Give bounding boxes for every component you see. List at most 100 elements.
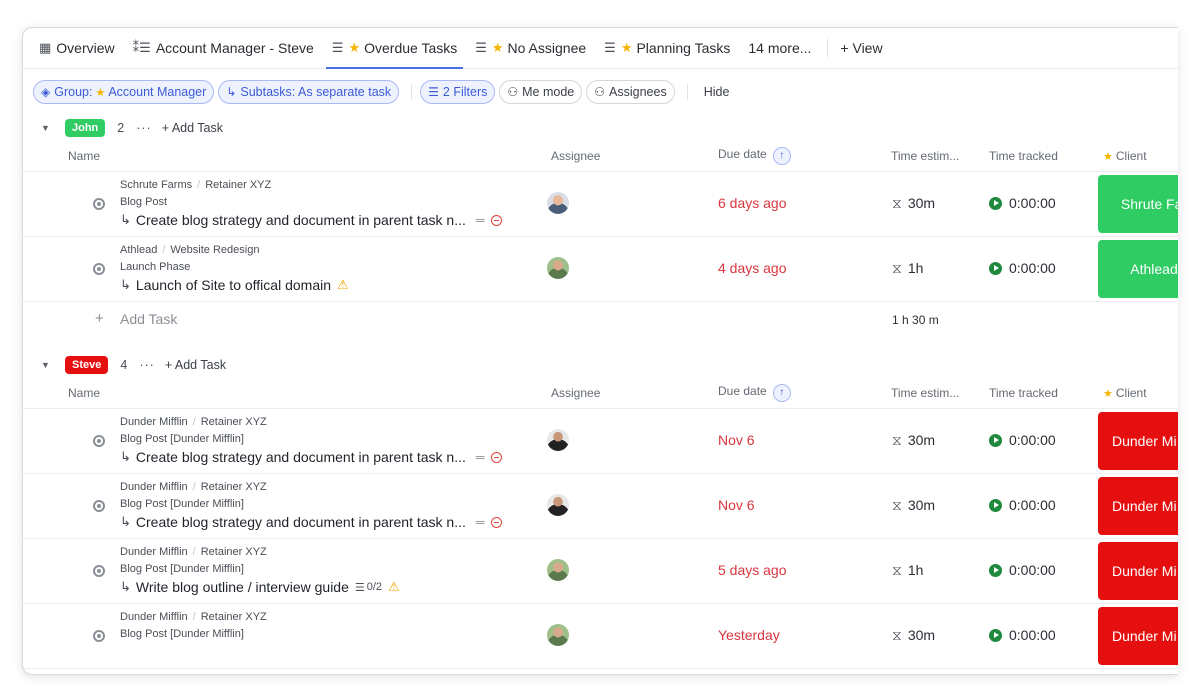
breadcrumb-list[interactable]: Retainer XYZ xyxy=(201,481,267,493)
client-cell[interactable]: Dunder Mi xyxy=(1098,412,1178,470)
avatar[interactable] xyxy=(547,624,569,646)
task-title[interactable]: ↳ Write blog outline / interview guide ☰… xyxy=(120,579,400,595)
time-estimate[interactable]: ⧖ 30m xyxy=(892,432,935,449)
tab-account-manager-steve[interactable]: ⁑☰ Account Manager - Steve xyxy=(133,28,314,68)
breadcrumb-space[interactable]: Dunder Mifflin xyxy=(120,416,188,428)
hide-button[interactable]: Hide xyxy=(704,85,730,99)
play-icon[interactable] xyxy=(989,628,1002,642)
group-badge[interactable]: Steve xyxy=(65,356,109,374)
breadcrumb-space[interactable]: Athlead xyxy=(120,244,157,256)
col-time-estimate[interactable]: Time estim... xyxy=(891,386,959,400)
table-row[interactable]: Dunder Mifflin / Retainer XYZ Blog Post [D… xyxy=(23,474,1178,539)
avatar[interactable] xyxy=(547,559,569,581)
breadcrumb-list[interactable]: Website Redesign xyxy=(170,244,259,256)
due-date[interactable]: 6 days ago xyxy=(718,195,787,211)
time-tracked[interactable]: 0:00:00 xyxy=(989,195,1056,211)
due-date[interactable]: Yesterday xyxy=(718,627,780,643)
client-cell[interactable]: Athlead xyxy=(1098,240,1178,298)
me-mode-chip[interactable]: ⚇ Me mode xyxy=(499,80,583,104)
col-client[interactable]: ★ Client xyxy=(1103,386,1147,400)
more-options-icon[interactable]: ··· xyxy=(139,358,155,372)
breadcrumb-space[interactable]: Schrute Farms xyxy=(120,179,192,191)
parent-task[interactable]: Blog Post [Dunder Mifflin] xyxy=(120,628,244,640)
group-badge[interactable]: John xyxy=(65,119,106,137)
col-time-tracked[interactable]: Time tracked xyxy=(989,386,1058,400)
client-cell[interactable]: Shrute Far xyxy=(1098,175,1178,233)
status-icon[interactable] xyxy=(93,565,105,577)
time-tracked[interactable]: 0:00:00 xyxy=(989,432,1056,448)
col-client[interactable]: ★ Client xyxy=(1103,149,1147,163)
add-task-row[interactable]: + Add Task 1 h 30 m xyxy=(23,302,1178,336)
time-tracked[interactable]: 0:00:00 xyxy=(989,562,1056,578)
time-tracked[interactable]: 0:00:00 xyxy=(989,260,1056,276)
tab-overview[interactable]: ▦ Overview xyxy=(39,28,115,68)
collapse-caret-icon[interactable]: ▼ xyxy=(41,360,65,370)
col-due-date[interactable]: Due date ↑ xyxy=(718,384,791,402)
task-title[interactable]: ↳ Create blog strategy and document in p… xyxy=(120,212,503,228)
tab-planning-tasks[interactable]: ☰ ★ Planning Tasks xyxy=(604,28,730,68)
tab-more-views[interactable]: 14 more... xyxy=(748,28,811,68)
play-icon[interactable] xyxy=(989,261,1002,275)
col-due-date[interactable]: Due date ↑ xyxy=(718,147,791,165)
time-estimate[interactable]: ⧖ 30m xyxy=(892,195,935,212)
breadcrumb-space[interactable]: Dunder Mifflin xyxy=(120,611,188,623)
status-icon[interactable] xyxy=(93,263,105,275)
client-cell[interactable]: Dunder Mi xyxy=(1098,607,1178,665)
table-row[interactable]: Dunder Mifflin / Retainer XYZ Blog Post [D… xyxy=(23,604,1178,669)
play-icon[interactable] xyxy=(989,196,1002,210)
time-tracked[interactable]: 0:00:00 xyxy=(989,497,1056,513)
due-date[interactable]: 4 days ago xyxy=(718,260,787,276)
breadcrumb-list[interactable]: Retainer XYZ xyxy=(201,611,267,623)
collapse-caret-icon[interactable]: ▼ xyxy=(41,123,65,133)
assignees-chip[interactable]: ⚇ Assignees xyxy=(586,80,675,104)
breadcrumb-list[interactable]: Retainer XYZ xyxy=(201,416,267,428)
play-icon[interactable] xyxy=(989,498,1002,512)
col-name[interactable]: Name xyxy=(68,386,100,400)
time-estimate[interactable]: ⧖ 30m xyxy=(892,497,935,514)
breadcrumb-space[interactable]: Dunder Mifflin xyxy=(120,546,188,558)
table-row[interactable]: Athlead / Website Redesign Launch Phase ↳ … xyxy=(23,237,1178,302)
more-options-icon[interactable]: ··· xyxy=(136,121,152,135)
status-icon[interactable] xyxy=(93,630,105,642)
time-estimate[interactable]: ⧖ 1h xyxy=(892,260,923,277)
sort-asc-icon[interactable]: ↑ xyxy=(772,384,791,402)
client-cell[interactable]: Dunder Mi xyxy=(1098,477,1178,535)
task-title[interactable]: ↳ Create blog strategy and document in p… xyxy=(120,514,503,530)
task-title[interactable]: ↳ Launch of Site to offical domain ⚠ xyxy=(120,277,349,293)
breadcrumb-list[interactable]: Retainer XYZ xyxy=(201,546,267,558)
parent-task[interactable]: Blog Post [Dunder Mifflin] xyxy=(120,433,244,445)
avatar[interactable] xyxy=(547,192,569,214)
parent-task[interactable]: Blog Post [Dunder Mifflin] xyxy=(120,563,244,575)
avatar[interactable] xyxy=(547,494,569,516)
task-title[interactable]: ↳ Create blog strategy and document in p… xyxy=(120,449,503,465)
time-tracked[interactable]: 0:00:00 xyxy=(989,627,1056,643)
col-assignee[interactable]: Assignee xyxy=(551,386,600,400)
add-task-button[interactable]: + Add Task xyxy=(165,358,226,372)
table-row[interactable]: Dunder Mifflin / Retainer XYZ Blog Post [D… xyxy=(23,539,1178,604)
tab-overdue-tasks[interactable]: ☰ ★ Overdue Tasks xyxy=(325,28,464,69)
status-icon[interactable] xyxy=(93,198,105,210)
play-icon[interactable] xyxy=(989,563,1002,577)
col-assignee[interactable]: Assignee xyxy=(551,149,600,163)
play-icon[interactable] xyxy=(989,433,1002,447)
table-row[interactable]: Schrute Farms / Retainer XYZ Blog Post ↳ C… xyxy=(23,172,1178,237)
group-by-chip[interactable]: ◈ Group: ★ Account Manager xyxy=(33,80,215,104)
add-task-button[interactable]: + Add Task xyxy=(162,121,223,135)
parent-task[interactable]: Launch Phase xyxy=(120,261,190,273)
status-icon[interactable] xyxy=(93,500,105,512)
due-date[interactable]: Nov 6 xyxy=(718,497,755,513)
parent-task[interactable]: Blog Post xyxy=(120,196,167,208)
time-estimate[interactable]: ⧖ 1h xyxy=(892,562,923,579)
sort-asc-icon[interactable]: ↑ xyxy=(772,147,791,165)
table-row[interactable]: Dunder Mifflin / Retainer XYZ Blog Post [D… xyxy=(23,409,1178,474)
time-estimate[interactable]: ⧖ 30m xyxy=(892,627,935,644)
add-view-button[interactable]: + View xyxy=(840,28,882,68)
col-time-estimate[interactable]: Time estim... xyxy=(891,149,959,163)
avatar[interactable] xyxy=(547,429,569,451)
client-cell[interactable]: Dunder Mi xyxy=(1098,542,1178,600)
tab-no-assignee[interactable]: ☰ ★ No Assignee xyxy=(475,28,586,68)
breadcrumb-space[interactable]: Dunder Mifflin xyxy=(120,481,188,493)
col-time-tracked[interactable]: Time tracked xyxy=(989,149,1058,163)
status-icon[interactable] xyxy=(93,435,105,447)
due-date[interactable]: 5 days ago xyxy=(718,562,787,578)
